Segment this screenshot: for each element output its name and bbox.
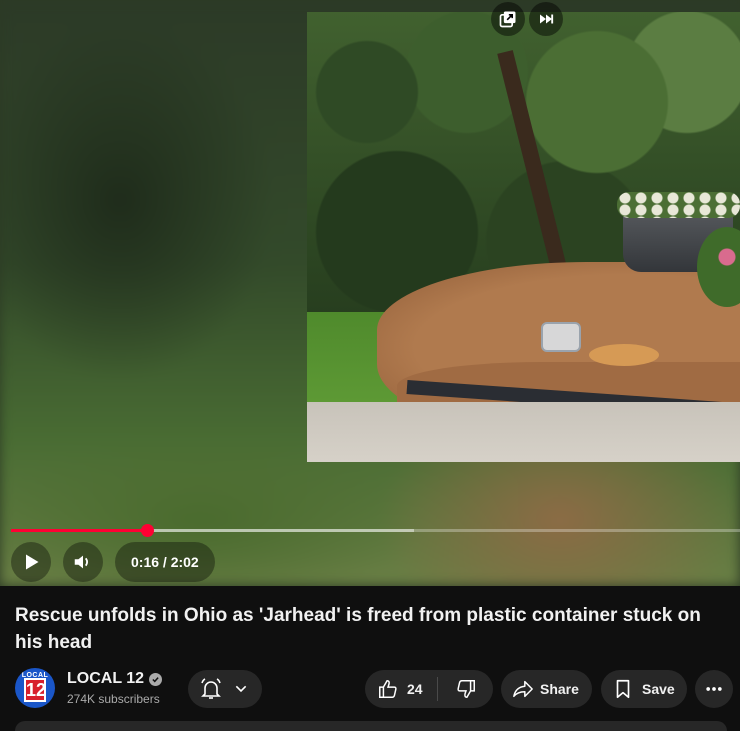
channel-row: LOCAL 12 LOCAL 12 274K subscribers 24 Sh…	[15, 667, 740, 711]
dislike-button[interactable]	[438, 670, 493, 708]
skip-next-icon	[540, 14, 554, 24]
save-button[interactable]: Save	[601, 670, 687, 708]
volume-button[interactable]	[63, 542, 103, 582]
scene-animal	[541, 322, 669, 370]
more-actions-button[interactable]	[695, 670, 733, 708]
bookmark-icon	[616, 679, 630, 699]
thumbs-up-icon	[379, 680, 397, 698]
like-count: 24	[407, 681, 423, 697]
like-dislike-group: 24	[365, 670, 493, 708]
channel-name: LOCAL 12	[67, 670, 145, 687]
subscriber-count: 274K subscribers	[67, 692, 160, 706]
avatar-logo-number: 12	[24, 678, 47, 702]
channel-avatar[interactable]: LOCAL 12	[15, 668, 55, 708]
like-button[interactable]: 24	[365, 670, 437, 708]
subscription-bell-button[interactable]	[188, 670, 262, 708]
scene-pavement	[307, 402, 740, 462]
animal-jar	[541, 322, 581, 352]
verified-badge-icon	[149, 672, 163, 686]
player-top-icons	[491, 2, 563, 36]
share-label: Share	[540, 681, 579, 697]
bell-icon	[201, 678, 221, 699]
scene-white-flowers	[617, 192, 740, 218]
play-icon	[26, 554, 39, 570]
share-icon	[513, 680, 533, 698]
save-label: Save	[642, 681, 675, 697]
volume-icon	[74, 555, 89, 569]
miniplayer-button[interactable]	[491, 2, 525, 36]
share-button[interactable]: Share	[501, 670, 592, 708]
progress-bar[interactable]	[11, 524, 740, 537]
description-box[interactable]	[15, 721, 727, 731]
chevron-down-icon	[235, 685, 247, 693]
video-frame	[307, 12, 740, 462]
time-display: 0:16 / 2:02	[115, 542, 215, 582]
player-controls: 0:16 / 2:02	[11, 542, 215, 582]
progress-played	[11, 529, 148, 532]
animal-body	[589, 344, 659, 366]
miniplayer-icon	[499, 11, 516, 28]
next-video-button[interactable]	[529, 2, 563, 36]
video-title: Rescue unfolds in Ohio as 'Jarhead' is f…	[15, 605, 701, 653]
play-button[interactable]	[11, 542, 51, 582]
thumbs-down-icon	[456, 680, 475, 698]
more-horizontal-icon	[706, 687, 722, 691]
channel-name-wrap[interactable]: LOCAL 12	[67, 670, 163, 688]
video-player[interactable]: 0:16 / 2:02	[0, 0, 740, 586]
